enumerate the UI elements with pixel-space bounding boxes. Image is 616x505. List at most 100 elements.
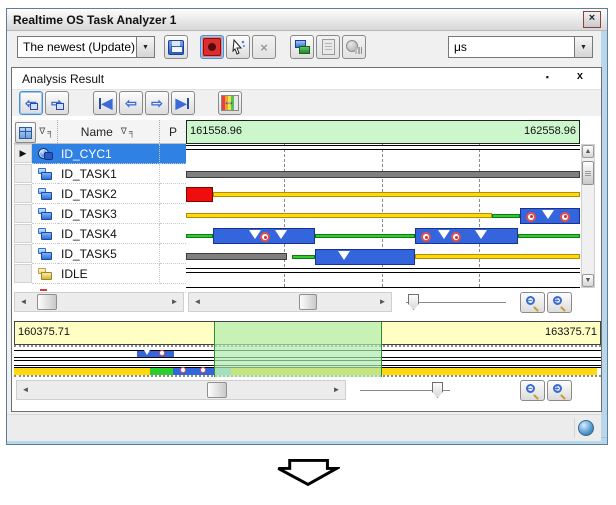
gantt-row[interactable] bbox=[186, 247, 580, 268]
row-label[interactable]: ID_TASK5 bbox=[58, 244, 160, 264]
grid-horizontal-scrollbar[interactable]: ◄ ► bbox=[14, 292, 184, 312]
gantt-segment-yellow[interactable] bbox=[186, 213, 492, 218]
row-p-cell[interactable] bbox=[160, 144, 186, 164]
table-row[interactable]: ▶ ID_CYC1 bbox=[14, 144, 186, 164]
prev-transition-button[interactable]: ⇦ bbox=[19, 91, 43, 115]
slider-thumb[interactable] bbox=[408, 294, 419, 310]
gantt-segment-yellow[interactable] bbox=[213, 192, 580, 197]
gantt-row[interactable] bbox=[186, 226, 580, 247]
slider-track[interactable] bbox=[406, 302, 506, 303]
chevron-down-icon[interactable]: ▼ bbox=[136, 37, 154, 57]
gantt-segment-red[interactable] bbox=[186, 187, 213, 202]
gantt-segment-green[interactable] bbox=[492, 214, 520, 218]
row-p-cell[interactable] bbox=[160, 264, 186, 284]
scroll-left-arrow[interactable]: ◄ bbox=[16, 294, 31, 310]
column-settings-button[interactable] bbox=[15, 122, 36, 143]
row-label[interactable]: ID_TASK1 bbox=[58, 164, 160, 184]
scrollbar-thumb[interactable] bbox=[582, 161, 594, 185]
scroll-right-arrow[interactable]: ► bbox=[329, 382, 344, 398]
window-close-button[interactable]: × bbox=[583, 11, 601, 28]
row-icon-cell[interactable] bbox=[32, 184, 58, 204]
row-icon-cell[interactable] bbox=[32, 264, 58, 284]
gantt-segment-gray[interactable] bbox=[186, 253, 287, 260]
overview-horizontal-scrollbar[interactable]: ◄ ► bbox=[16, 380, 346, 400]
window-titlebar[interactable]: Realtime OS Task Analyzer 1 × bbox=[7, 9, 607, 31]
fit-width-button[interactable] bbox=[218, 91, 242, 115]
overview-zoom-slider[interactable] bbox=[360, 380, 450, 402]
slider-thumb[interactable] bbox=[432, 382, 443, 398]
scroll-down-arrow[interactable]: ▼ bbox=[582, 274, 594, 287]
row-p-cell[interactable] bbox=[160, 184, 186, 204]
row-label[interactable]: ID_TASK2 bbox=[58, 184, 160, 204]
record-button[interactable] bbox=[200, 35, 224, 59]
row-gutter[interactable] bbox=[14, 244, 32, 263]
gantt-segment-blue[interactable] bbox=[213, 228, 315, 244]
row-p-cell[interactable] bbox=[160, 204, 186, 224]
gantt-segment-green[interactable] bbox=[315, 234, 415, 238]
preset-combobox[interactable]: The newest (Update) ▼ bbox=[17, 36, 155, 58]
first-event-button[interactable]: ◀ bbox=[93, 91, 117, 115]
zoom-slider[interactable] bbox=[406, 292, 506, 314]
row-label[interactable]: ID_TASK3 bbox=[58, 204, 160, 224]
gantt-segment-blue[interactable] bbox=[315, 249, 415, 265]
row-icon-cell[interactable] bbox=[32, 224, 58, 244]
gantt-segment-gray[interactable] bbox=[186, 171, 580, 178]
table-row[interactable]: IDLE bbox=[14, 264, 186, 284]
zoom-out-button[interactable]: − bbox=[520, 292, 545, 313]
gantt-row[interactable] bbox=[186, 165, 580, 186]
scroll-right-arrow[interactable]: ► bbox=[167, 294, 182, 310]
row-gutter[interactable] bbox=[14, 224, 32, 243]
gantt-horizontal-scrollbar[interactable]: ◄ ► bbox=[188, 292, 392, 312]
next-transition-button[interactable]: ⇨ bbox=[45, 91, 69, 115]
panel-float-button[interactable]: ▪ bbox=[546, 72, 549, 82]
gantt-segment-green[interactable] bbox=[186, 234, 213, 238]
panel-close-button[interactable]: x bbox=[577, 70, 583, 82]
flow-view-button[interactable] bbox=[290, 35, 314, 59]
row-label[interactable]: ID_CYC1 bbox=[58, 144, 160, 164]
unit-combobox[interactable]: μs ▼ bbox=[448, 36, 593, 58]
row-gutter[interactable] bbox=[14, 164, 32, 183]
row-gutter[interactable] bbox=[14, 184, 32, 203]
scroll-left-arrow[interactable]: ◄ bbox=[190, 294, 205, 310]
scrollbar-thumb[interactable] bbox=[299, 294, 317, 310]
name-column-header[interactable]: Name ∇ ╕ bbox=[58, 120, 160, 143]
table-row[interactable]: ID_TASK1 bbox=[14, 164, 186, 184]
scrollbar-thumb[interactable] bbox=[37, 294, 57, 310]
table-row[interactable]: ID_TASK5 bbox=[14, 244, 186, 264]
scroll-right-arrow[interactable]: ► bbox=[375, 294, 390, 310]
gantt-segment-green[interactable] bbox=[518, 234, 580, 238]
scroll-left-arrow[interactable]: ◄ bbox=[18, 382, 33, 398]
save-button[interactable] bbox=[164, 35, 188, 59]
table-row[interactable]: ID_TASK3 bbox=[14, 204, 186, 224]
gantt-row[interactable] bbox=[186, 267, 580, 288]
viewport-region[interactable] bbox=[214, 322, 382, 377]
gantt-row[interactable] bbox=[186, 206, 580, 227]
last-event-button[interactable]: ▶ bbox=[171, 91, 195, 115]
chevron-down-icon[interactable]: ▼ bbox=[574, 37, 592, 57]
p-column-header[interactable]: P bbox=[160, 120, 186, 143]
gantt-segment-thin[interactable] bbox=[186, 268, 580, 273]
scrollbar-thumb[interactable] bbox=[207, 382, 227, 398]
gantt-row[interactable] bbox=[186, 185, 580, 206]
zoom-in-button[interactable]: + bbox=[547, 292, 572, 313]
row-icon-cell[interactable] bbox=[32, 244, 58, 264]
gantt-segment-blue[interactable] bbox=[415, 228, 518, 244]
filter-funnel-icon[interactable]: ∇ bbox=[39, 126, 45, 137]
scroll-up-arrow[interactable]: ▲ bbox=[582, 145, 594, 158]
gantt-row[interactable] bbox=[186, 144, 580, 165]
table-row[interactable]: ID_TASK4 bbox=[14, 224, 186, 244]
row-icon-cell[interactable] bbox=[32, 164, 58, 184]
row-icon-cell[interactable] bbox=[32, 204, 58, 224]
row-p-cell[interactable] bbox=[160, 244, 186, 264]
gantt-vertical-scrollbar[interactable]: ▲ ▼ bbox=[581, 144, 595, 288]
pin-icon[interactable]: ╕ bbox=[47, 127, 53, 137]
prev-event-button[interactable]: ⇦ bbox=[119, 91, 143, 115]
row-icon-cell[interactable] bbox=[32, 144, 58, 164]
gantt-plot[interactable] bbox=[186, 144, 580, 288]
gantt-segment-thin[interactable] bbox=[186, 145, 580, 150]
row-p-cell[interactable] bbox=[160, 224, 186, 244]
row-p-cell[interactable] bbox=[160, 164, 186, 184]
row-gutter[interactable] bbox=[14, 264, 32, 283]
row-gutter[interactable]: ▶ bbox=[14, 144, 32, 163]
row-label[interactable]: IDLE bbox=[58, 264, 160, 284]
